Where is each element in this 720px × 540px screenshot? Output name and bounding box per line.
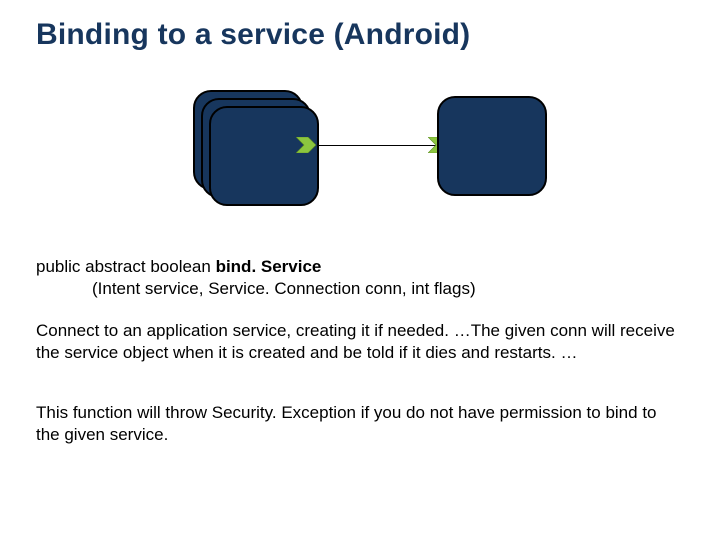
arrow-out-icon bbox=[296, 137, 316, 153]
description-paragraph-2: This function will throw Security. Excep… bbox=[36, 402, 684, 446]
connector-line bbox=[317, 145, 439, 146]
signature-method: bind. Service bbox=[216, 257, 322, 276]
description-paragraph-1: Connect to an application service, creat… bbox=[36, 320, 684, 364]
signature-params: (Intent service, Service. Connection con… bbox=[36, 278, 684, 300]
slide: Binding to a service (Android) public ab… bbox=[0, 0, 720, 540]
service-box bbox=[437, 96, 547, 196]
client-box-front bbox=[209, 106, 319, 206]
signature-prefix: public abstract boolean bbox=[36, 257, 216, 276]
binding-diagram bbox=[0, 80, 720, 230]
method-signature: public abstract boolean bind. Service (I… bbox=[36, 256, 684, 300]
slide-title: Binding to a service (Android) bbox=[36, 18, 470, 52]
